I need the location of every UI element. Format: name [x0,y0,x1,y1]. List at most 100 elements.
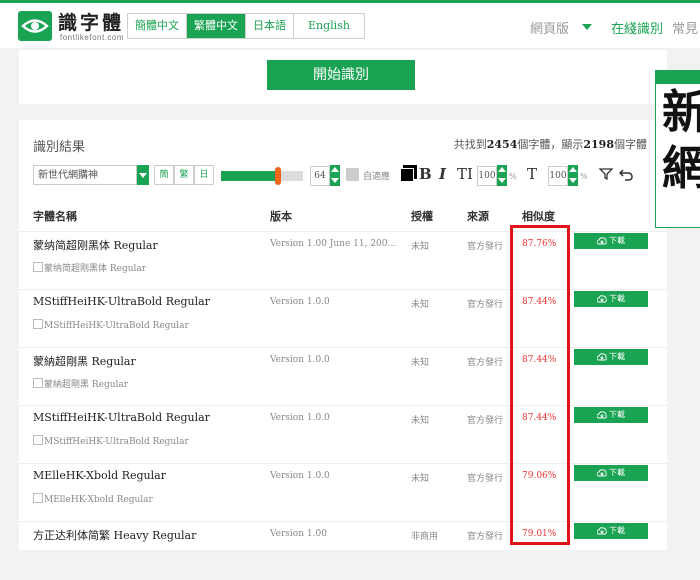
font-name[interactable]: 方正达利体简繁 Heavy Regular [33,527,196,543]
download-button[interactable]: 下載 [574,407,648,423]
download-button[interactable]: 下載 [574,233,648,249]
height-input[interactable]: 100 [548,166,568,186]
font-name[interactable]: MElleHK-Xbold Regular [33,469,166,482]
size-stepper[interactable] [330,165,340,186]
font-preview-image: 蒙納超剛黑 Regular [33,377,128,390]
table-row: MStiffHeiHK-UltraBold Regular Version 1.… [19,405,667,464]
results-panel: 識別結果 共找到2454個字體，顯示2198個字體 新世代網購神 簡 繁 日 6… [19,120,667,550]
font-license: 未知 [411,474,430,484]
site-header: 識字體 fontlikefont.com 簡體中文 繁體中文 日本語 Engli… [0,3,700,48]
table-row: 蒙纳简超刚黑体 Regular Version 1.00 June 11, 20… [19,231,667,290]
download-button[interactable]: 下載 [574,523,648,539]
logo-eye-icon[interactable] [18,11,52,41]
line-height-icon[interactable]: T [527,165,537,183]
font-version: Version 1.0.0 [270,355,330,365]
nav-online-recognition[interactable]: 在綫識別 [611,18,663,37]
color-picker-icon[interactable] [400,168,414,182]
download-button[interactable]: 下載 [574,465,648,481]
width-unit: % [509,172,517,181]
cloud-download-icon [596,353,607,361]
font-version: Version 1.0.0 [270,297,330,307]
width-stepper[interactable] [497,165,507,186]
banner-bar [656,71,700,84]
font-license: 未知 [411,300,430,310]
bold-icon[interactable]: B [419,165,432,183]
nav-faq[interactable]: 常見 [672,18,698,37]
width-input[interactable]: 100 [477,166,497,186]
column-header-license: 授權 [411,210,433,223]
font-name[interactable]: 蒙纳简超刚黑体 Regular [33,237,158,253]
column-header-source: 來源 [467,210,489,223]
table-row: MElleHK-Xbold Regular Version 1.0.0 未知 官… [19,463,667,522]
column-header-similarity: 相似度 [522,210,555,223]
banner-text: 新 網 [662,84,700,196]
lang-tab-traditional[interactable]: 繁體中文 [187,14,246,38]
chevron-down-icon[interactable] [137,165,149,185]
results-title: 識別結果 [33,140,86,155]
start-recognition-button[interactable]: 開始識別 [267,60,415,90]
font-similarity: 87.44% [522,297,557,307]
start-panel: 開始識別 [19,50,667,104]
font-similarity: 79.06% [522,471,557,481]
preview-toolbar: 新世代網購神 簡 繁 日 64 自適應 B I TI 100 % T 100 % [33,164,653,188]
letter-spacing-icon[interactable]: TI [457,165,473,183]
font-version: Version 1.0.0 [270,471,330,481]
results-count: 共找到2454個字體，顯示2198個字體 [453,138,647,151]
chevron-down-icon[interactable] [582,24,592,30]
height-stepper[interactable] [568,165,578,186]
font-source: 官方發行 [467,242,504,252]
cloud-download-icon [596,237,607,245]
logo-title[interactable]: 識字體 [58,8,124,35]
language-tabs: 簡體中文 繁體中文 日本語 English [127,13,365,39]
cloud-download-icon [596,295,607,303]
auto-select-checkbox[interactable] [346,168,359,181]
traditional-button[interactable]: 繁 [174,165,194,185]
logo-subtitle: fontlikefont.com [60,33,125,42]
japanese-button[interactable]: 日 [194,165,214,185]
filter-icon[interactable] [599,167,613,181]
font-source: 官方發行 [467,416,504,426]
font-name[interactable]: 蒙納超剛黑 Regular [33,353,136,369]
size-slider[interactable] [221,167,303,185]
lang-tab-simplified[interactable]: 簡體中文 [128,14,187,38]
font-license: 未知 [411,416,430,426]
font-preview-image: 蒙纳简超刚黑体 Regular [33,261,146,274]
lang-tab-japanese[interactable]: 日本語 [246,14,294,38]
table-row: 方正达利体简繁 Heavy Regular Version 1.00 非商用 官… [19,521,667,580]
font-name[interactable]: MStiffHeiHK-UltraBold Regular [33,295,210,308]
font-license: 未知 [411,358,430,368]
nav-web-version[interactable]: 網頁版 [530,18,569,37]
height-unit: % [580,172,588,181]
lang-tab-english[interactable]: English [294,14,364,38]
font-source: 官方發行 [467,532,504,542]
font-select[interactable]: 新世代網購神 [33,165,137,185]
font-source: 官方發行 [467,474,504,484]
simplified-button[interactable]: 簡 [154,165,174,185]
font-version: Version 1.00 [270,529,327,539]
font-similarity: 87.44% [522,355,557,365]
font-name[interactable]: MStiffHeiHK-UltraBold Regular [33,411,210,424]
download-button[interactable]: 下載 [574,291,648,307]
italic-icon[interactable]: I [439,165,446,183]
undo-icon[interactable] [619,167,633,181]
side-banner-ad[interactable]: 新 網 [655,70,700,228]
table-row: 蒙納超剛黑 Regular Version 1.0.0 未知 官方發行 87.4… [19,347,667,406]
slider-handle[interactable] [275,167,282,185]
font-similarity: 87.76% [522,239,557,249]
font-preview-image: MStiffHeiHK-UltraBold Regular [33,319,189,331]
size-input[interactable]: 64 [310,166,330,186]
download-button[interactable]: 下載 [574,349,648,365]
font-source: 官方發行 [467,358,504,368]
font-source: 官方發行 [467,300,504,310]
column-header-name: 字體名稱 [33,210,77,223]
font-preview-image: MStiffHeiHK-UltraBold Regular [33,435,189,447]
count-shown: 2198 [583,138,614,151]
column-header-version: 版本 [270,210,292,223]
table-row: MStiffHeiHK-UltraBold Regular Version 1.… [19,289,667,348]
font-version: Version 1.00 June 11, 2007, initial… [270,239,400,249]
font-license: 非商用 [411,532,439,542]
slider-fill [221,171,279,181]
font-similarity: 87.44% [522,413,557,423]
font-preview-image: MElleHK-Xbold Regular [33,493,153,505]
auto-select-label: 自適應 [363,172,391,182]
